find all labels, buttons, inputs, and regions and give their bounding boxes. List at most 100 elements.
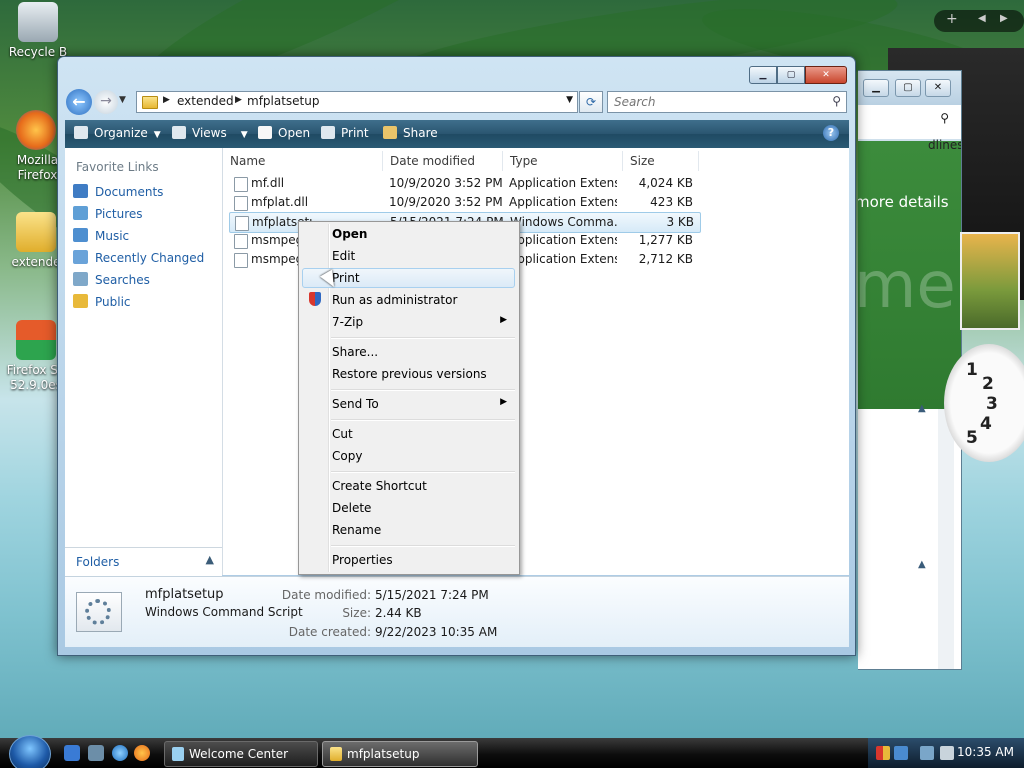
collapse-icon[interactable]: ▲ xyxy=(918,559,926,570)
menu-item-properties[interactable]: Properties xyxy=(302,550,515,570)
organize-button[interactable]: Organize ▼ xyxy=(74,126,161,140)
back-search[interactable]: ⚲ xyxy=(858,105,961,139)
menu-item-rename[interactable]: Rename xyxy=(302,520,515,540)
windows-update-icon[interactable] xyxy=(894,746,908,760)
menu-item-create-shortcut[interactable]: Create Shortcut xyxy=(302,476,515,496)
prev-icon[interactable]: ◀ xyxy=(978,13,986,24)
task-welcome-center[interactable]: Welcome Center xyxy=(164,741,318,767)
menu-item-run-as-admin[interactable]: Run as administrator xyxy=(302,290,515,310)
minimize-icon[interactable]: ▁ xyxy=(863,79,889,97)
views-label: Views xyxy=(192,126,227,140)
file-size: 1,277 KB xyxy=(638,233,693,247)
task-label: mfplatsetup xyxy=(347,747,420,761)
firefox-setup-icon xyxy=(16,320,56,360)
menu-separator xyxy=(331,471,515,473)
recycle-bin[interactable]: Recycle B xyxy=(2,2,74,60)
public-folder-icon xyxy=(73,294,88,308)
navigation-bar: ← → ▼ ▶ extended ▶ mfplatsetup ▼ ⟳ ⚲ xyxy=(66,89,847,115)
search-icon: ⚲ xyxy=(940,111,949,125)
open-button[interactable]: Open xyxy=(258,126,310,140)
task-mfplatsetup[interactable]: mfplatsetup xyxy=(322,741,478,767)
menu-item-edit[interactable]: Edit xyxy=(302,246,515,266)
refresh-button[interactable]: ⟳ xyxy=(579,91,603,113)
scrollbar[interactable] xyxy=(938,409,954,669)
nav-link-label: Public xyxy=(95,295,131,309)
close-button[interactable]: ✕ xyxy=(805,66,847,84)
add-gadget-icon[interactable]: + xyxy=(946,11,958,27)
menu-item-copy[interactable]: Copy xyxy=(302,446,515,466)
file-thumbnail xyxy=(76,592,122,632)
security-shield-icon[interactable] xyxy=(876,746,890,760)
address-dropdown-icon[interactable]: ▼ xyxy=(566,95,573,105)
print-button[interactable]: Print xyxy=(321,126,369,140)
menu-item-send-to[interactable]: Send To ▶ xyxy=(302,394,515,414)
folders-toggle[interactable]: Folders ▲ xyxy=(65,547,222,576)
column-header-size[interactable]: Size xyxy=(623,151,699,171)
open-label: Open xyxy=(278,126,311,140)
breadcrumb-arrow-icon[interactable]: ▶ xyxy=(163,95,170,105)
internet-explorer-icon[interactable] xyxy=(112,745,128,761)
task-label: Welcome Center xyxy=(189,747,289,761)
share-button[interactable]: Share xyxy=(383,126,438,140)
menu-item-7zip[interactable]: 7-Zip ▶ xyxy=(302,312,515,332)
slideshow-gadget[interactable] xyxy=(960,232,1020,330)
search-icon[interactable]: ⚲ xyxy=(832,94,841,108)
breadcrumb-mfplatsetup[interactable]: mfplatsetup xyxy=(247,94,320,108)
file-row[interactable]: mfplat.dll 10/9/2020 3:52 PM Application… xyxy=(229,193,699,212)
details-size-value: 2.44 KB xyxy=(375,606,422,620)
nav-link-recently-changed[interactable]: Recently Changed xyxy=(70,248,220,268)
maximize-button[interactable]: ▢ xyxy=(777,66,805,84)
recent-pages-chevron-icon[interactable]: ▼ xyxy=(119,95,126,105)
breadcrumb-extended[interactable]: extended xyxy=(177,94,234,108)
menu-item-share[interactable]: Share... xyxy=(302,342,515,362)
sidebar-controls[interactable]: + ◀ ▶ xyxy=(934,10,1024,32)
nav-link-public[interactable]: Public xyxy=(70,292,220,312)
menu-item-label: Copy xyxy=(332,449,363,463)
switch-windows-icon[interactable] xyxy=(88,745,104,761)
column-name-label: Name xyxy=(230,154,266,168)
nav-link-searches[interactable]: Searches xyxy=(70,270,220,290)
start-button[interactable] xyxy=(9,735,51,768)
file-row[interactable]: mf.dll 10/9/2020 3:52 PM Application Ext… xyxy=(229,174,699,193)
back-window-body: ▲ ▲ xyxy=(858,403,961,669)
address-bar[interactable]: ▶ extended ▶ mfplatsetup ▼ xyxy=(136,91,578,113)
next-icon[interactable]: ▶ xyxy=(1000,13,1008,24)
volume-icon[interactable] xyxy=(940,746,954,760)
folders-label: Folders xyxy=(76,555,120,569)
views-button[interactable]: Views ▼ xyxy=(172,126,248,140)
minimize-button[interactable]: ▁ xyxy=(749,66,777,84)
menu-item-cut[interactable]: Cut xyxy=(302,424,515,444)
menu-item-delete[interactable]: Delete xyxy=(302,498,515,518)
nav-link-documents[interactable]: Documents xyxy=(70,182,220,202)
menu-item-label: Delete xyxy=(332,501,372,515)
network-icon[interactable] xyxy=(920,746,934,760)
column-header-date[interactable]: Date modified xyxy=(383,151,503,171)
details-file-name: mfplatsetup xyxy=(145,587,224,602)
menu-item-label: Share... xyxy=(332,345,379,359)
nav-link-music[interactable]: Music xyxy=(70,226,220,246)
show-desktop-icon[interactable] xyxy=(64,745,80,761)
submenu-arrow-icon: ▶ xyxy=(500,397,507,407)
file-date: 10/9/2020 3:52 PM xyxy=(389,195,503,209)
menu-separator xyxy=(331,419,515,421)
menu-item-open[interactable]: Open xyxy=(302,224,515,244)
collapse-icon[interactable]: ▲ xyxy=(918,403,926,414)
welcome-banner: dlines more details me xyxy=(858,138,961,409)
searches-icon xyxy=(73,272,88,286)
back-button[interactable]: ← xyxy=(66,89,92,115)
forward-button[interactable]: → xyxy=(94,90,118,114)
column-header-type[interactable]: Type xyxy=(503,151,623,171)
welcome-center-window[interactable]: ▁ ▢ ✕ ⚲ dlines more details me ▲ ▲ xyxy=(858,70,962,670)
breadcrumb-arrow-icon[interactable]: ▶ xyxy=(235,95,242,105)
help-icon[interactable]: ? xyxy=(823,125,839,141)
maximize-icon[interactable]: ▢ xyxy=(895,79,921,97)
search-box[interactable]: ⚲ xyxy=(607,91,847,113)
firefox-icon[interactable] xyxy=(134,745,150,761)
menu-item-restore-versions[interactable]: Restore previous versions xyxy=(302,364,515,384)
taskbar-clock[interactable]: 10:35 AM xyxy=(957,745,1014,759)
search-input[interactable] xyxy=(612,92,816,112)
nav-link-pictures[interactable]: Pictures xyxy=(70,204,220,224)
column-header-name[interactable]: Name xyxy=(223,151,383,171)
gear-icon xyxy=(85,599,111,625)
close-icon[interactable]: ✕ xyxy=(925,79,951,97)
